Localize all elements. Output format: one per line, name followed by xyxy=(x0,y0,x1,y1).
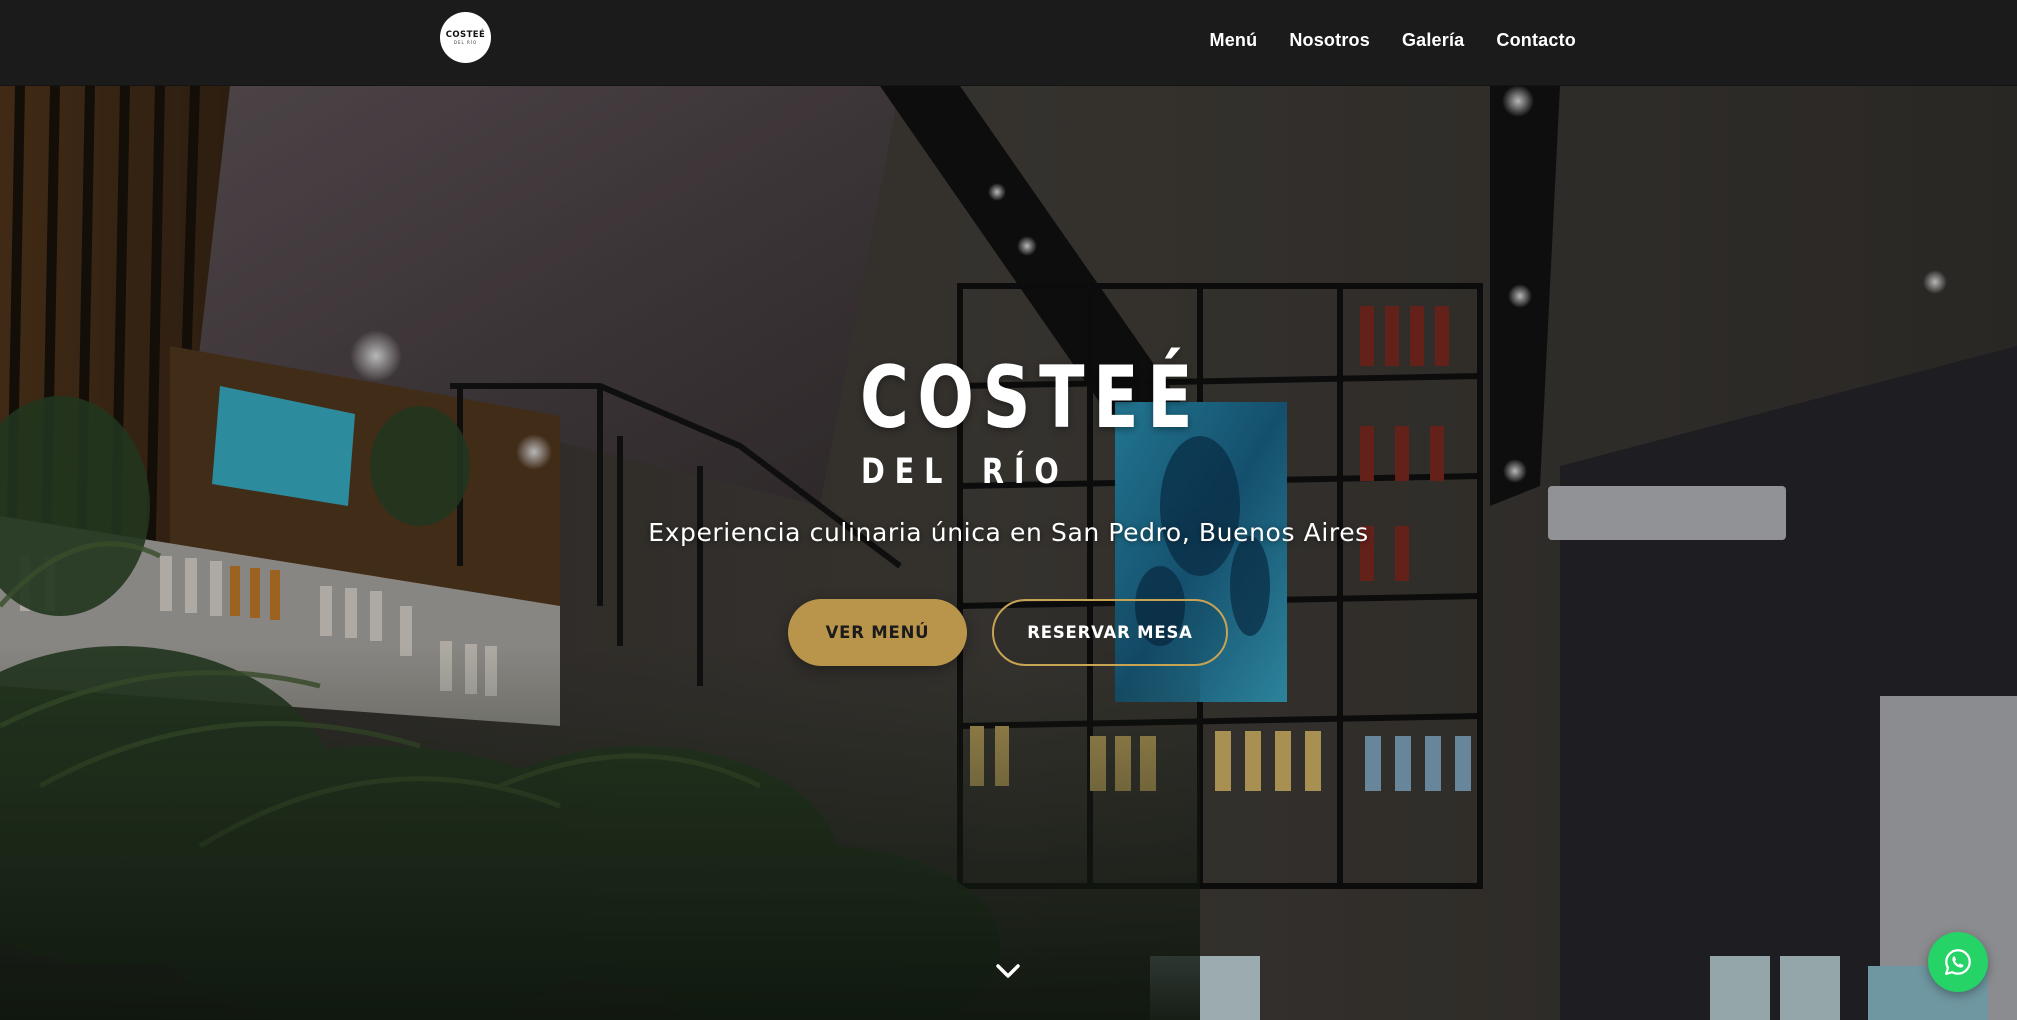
logo-subtext: DEL RÍO xyxy=(453,39,478,45)
hero-section: COSTEÉ DEL RÍO Experiencia culinaria úni… xyxy=(0,86,2017,1020)
nav-link-nosotros[interactable]: Nosotros xyxy=(1289,30,1370,51)
whatsapp-button[interactable] xyxy=(1928,932,1988,992)
nav-links: Menú Nosotros Galería Contacto xyxy=(1210,30,1576,51)
brand-title: COSTEÉ xyxy=(860,348,1202,448)
brand-subtitle: DEL RÍO xyxy=(861,452,1069,492)
reserve-table-button[interactable]: RESERVAR MESA xyxy=(992,599,1228,666)
view-menu-button[interactable]: VER MENÚ xyxy=(788,599,967,666)
logo[interactable]: COSTEÉ DEL RÍO xyxy=(440,12,491,63)
chevron-down-icon[interactable] xyxy=(995,961,1021,981)
whatsapp-icon xyxy=(1945,949,1971,975)
hero-content: COSTEÉ DEL RÍO Experiencia culinaria úni… xyxy=(0,86,2017,1020)
nav-link-menu[interactable]: Menú xyxy=(1210,30,1258,51)
nav-link-galeria[interactable]: Galería xyxy=(1402,30,1464,51)
hero-tagline: Experiencia culinaria única en San Pedro… xyxy=(648,518,1369,547)
logo-text: COSTEÉ xyxy=(445,29,486,40)
navbar: COSTEÉ DEL RÍO Menú Nosotros Galería Con… xyxy=(0,0,2017,86)
nav-link-contacto[interactable]: Contacto xyxy=(1496,30,1576,51)
